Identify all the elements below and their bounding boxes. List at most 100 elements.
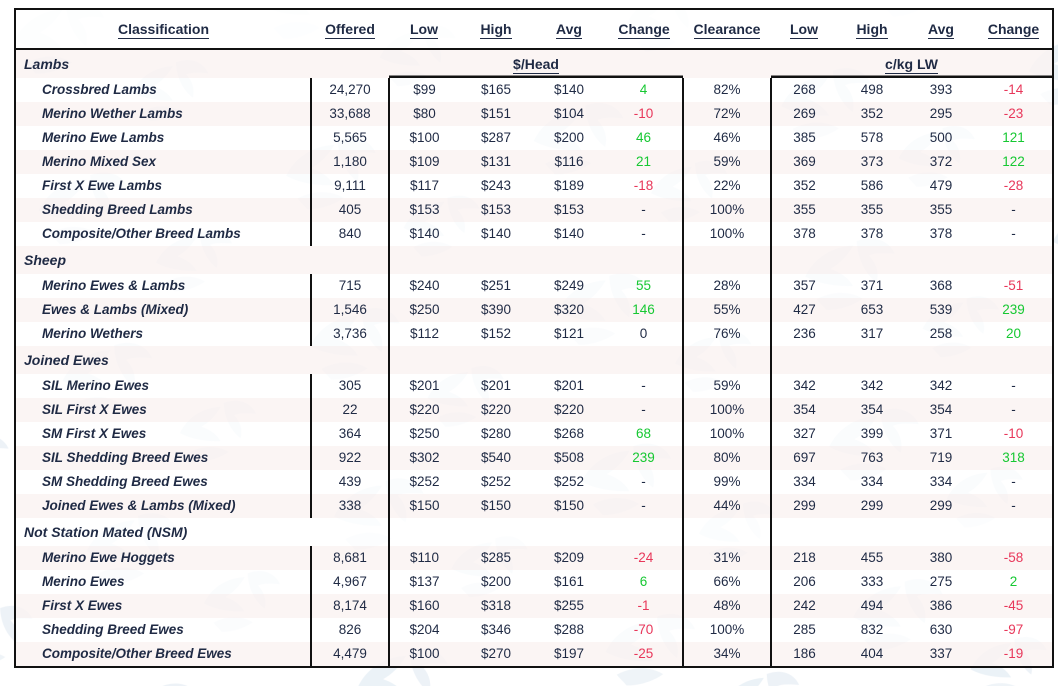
section-blank-cell xyxy=(533,346,605,374)
cell-low-ckg: 427 xyxy=(770,298,837,322)
cell-low-dollars: $140 xyxy=(388,222,459,246)
cell-low-dollars: $250 xyxy=(388,422,459,446)
cell-offered: 5,565 xyxy=(310,126,389,150)
cell-high-dollars: $270 xyxy=(459,642,533,668)
cell-change-ckg: 121 xyxy=(975,126,1054,150)
cell-low-ckg: 285 xyxy=(770,618,837,642)
cell-high-ckg: 763 xyxy=(837,446,907,470)
section-blank-cell xyxy=(459,346,533,374)
cell-avg-ckg: 342 xyxy=(907,374,975,398)
cell-low-ckg: 186 xyxy=(770,642,837,668)
cell-offered: 1,546 xyxy=(310,298,389,322)
cell-clearance: 22% xyxy=(682,174,771,198)
section-header-row: Joined Ewes xyxy=(14,346,1054,374)
section-blank-cell xyxy=(770,518,837,546)
cell-high-ckg: 355 xyxy=(837,198,907,222)
cell-low-dollars: $80 xyxy=(388,102,459,126)
cell-high-dollars: $152 xyxy=(459,322,533,346)
cell-avg-ckg: 334 xyxy=(907,470,975,494)
table-row: Merino Ewe Hoggets 8,681 $110 $285 $209 -24 31… xyxy=(14,546,1054,570)
cell-change-ckg: -19 xyxy=(975,642,1054,668)
cell-high-ckg: 578 xyxy=(837,126,907,150)
cell-change-ckg: -58 xyxy=(975,546,1054,570)
cell-avg-dollars: $140 xyxy=(533,78,605,102)
cell-high-dollars: $220 xyxy=(459,398,533,422)
cell-high-ckg: 371 xyxy=(837,274,907,298)
section-offered-blank xyxy=(311,49,389,78)
row-classification: Composite/Other Breed Ewes xyxy=(14,642,311,668)
section-title: Not Station Mated (NSM) xyxy=(14,518,311,546)
cell-avg-dollars: $249 xyxy=(533,274,605,298)
section-header-row: Sheep xyxy=(14,246,1054,274)
cell-clearance: 46% xyxy=(682,126,771,150)
cell-high-dollars: $153 xyxy=(459,198,533,222)
cell-low-dollars: $150 xyxy=(388,494,459,518)
cell-avg-ckg: 299 xyxy=(907,494,975,518)
cell-avg-dollars: $153 xyxy=(533,198,605,222)
row-classification: Composite/Other Breed Lambs xyxy=(14,222,311,246)
cell-avg-ckg: 539 xyxy=(907,298,975,322)
cell-change-dollars: 21 xyxy=(605,150,683,174)
cell-clearance: 100% xyxy=(682,422,771,446)
section-blank-cell xyxy=(533,246,605,274)
cell-clearance: 44% xyxy=(682,494,771,518)
cell-high-ckg: 373 xyxy=(837,150,907,174)
cell-low-dollars: $110 xyxy=(388,546,459,570)
header-change-ckg: Change xyxy=(975,8,1054,50)
cell-change-ckg: -45 xyxy=(975,594,1054,618)
cell-low-ckg: 242 xyxy=(770,594,837,618)
cell-change-dollars: - xyxy=(605,198,683,222)
cell-avg-dollars: $255 xyxy=(533,594,605,618)
section-offered-blank xyxy=(311,518,389,546)
cell-clearance: 80% xyxy=(682,446,771,470)
cell-avg-dollars: $209 xyxy=(533,546,605,570)
cell-high-ckg: 352 xyxy=(837,102,907,126)
row-classification: SIL First X Ewes xyxy=(14,398,311,422)
table-row: Composite/Other Breed Ewes 4,479 $100 $270 $… xyxy=(14,642,1054,668)
cell-avg-ckg: 479 xyxy=(907,174,975,198)
cell-change-dollars: 55 xyxy=(605,274,683,298)
section-blank-cell xyxy=(770,346,837,374)
cell-avg-ckg: 500 xyxy=(907,126,975,150)
cell-offered: 3,736 xyxy=(310,322,389,346)
cell-high-dollars: $200 xyxy=(459,570,533,594)
cell-avg-dollars: $200 xyxy=(533,126,605,150)
section-blank-cell xyxy=(837,518,907,546)
section-blank-cell xyxy=(605,346,683,374)
cell-low-ckg: 236 xyxy=(770,322,837,346)
cell-high-dollars: $287 xyxy=(459,126,533,150)
cell-high-dollars: $390 xyxy=(459,298,533,322)
cell-offered: 24,270 xyxy=(310,78,389,102)
section-offered-blank xyxy=(311,346,389,374)
row-classification: First X Ewes xyxy=(14,594,311,618)
cell-avg-ckg: 386 xyxy=(907,594,975,618)
row-classification: Merino Ewe Hoggets xyxy=(14,546,311,570)
cell-clearance: 100% xyxy=(682,618,771,642)
cell-low-dollars: $137 xyxy=(388,570,459,594)
cell-high-ckg: 404 xyxy=(837,642,907,668)
cell-clearance: 100% xyxy=(682,198,771,222)
section-blank-cell xyxy=(682,518,771,546)
row-classification: Joined Ewes & Lambs (Mixed) xyxy=(14,494,311,518)
row-classification: Merino Ewes xyxy=(14,570,311,594)
cell-avg-ckg: 354 xyxy=(907,398,975,422)
cell-change-dollars: - xyxy=(605,398,683,422)
table-row: SIL First X Ewes 22 $220 $220 $220-100% 354 35… xyxy=(14,398,1054,422)
table-row: SIL Shedding Breed Ewes 922 $302 $540 $508 23… xyxy=(14,446,1054,470)
row-classification: Ewes & Lambs (Mixed) xyxy=(14,298,311,322)
cell-clearance: 59% xyxy=(682,150,771,174)
cell-high-ckg: 498 xyxy=(837,78,907,102)
cell-clearance: 59% xyxy=(682,374,771,398)
header-classification: Classification xyxy=(14,8,311,50)
cell-clearance: 55% xyxy=(682,298,771,322)
cell-offered: 922 xyxy=(310,446,389,470)
cell-offered: 8,174 xyxy=(310,594,389,618)
cell-offered: 4,967 xyxy=(310,570,389,594)
table-row: Merino Ewes & Lambs 715 $240 $251 $249 55 28% 3… xyxy=(14,274,1054,298)
cell-change-dollars: -24 xyxy=(605,546,683,570)
cell-low-ckg: 352 xyxy=(770,174,837,198)
section-offered-blank xyxy=(311,246,389,274)
cell-avg-dollars: $197 xyxy=(533,642,605,668)
cell-avg-ckg: 258 xyxy=(907,322,975,346)
cell-avg-dollars: $252 xyxy=(533,470,605,494)
